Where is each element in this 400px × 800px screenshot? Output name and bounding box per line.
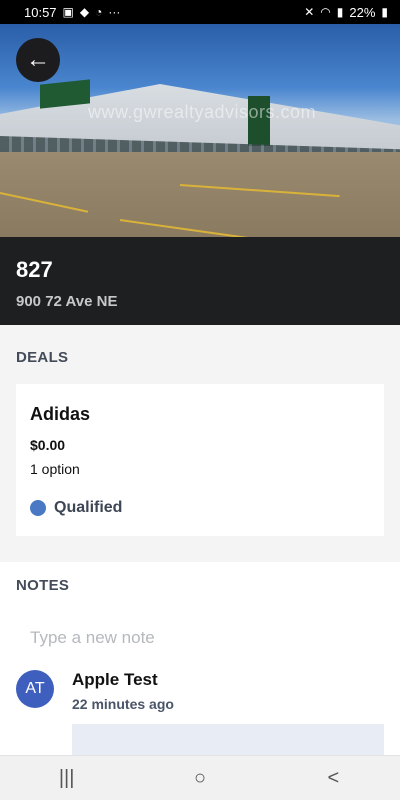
notes-title: NOTES	[16, 577, 70, 594]
more-icon: ···	[108, 5, 121, 19]
deal-status: Qualified	[30, 499, 370, 517]
deal-amount: $0.00	[30, 437, 66, 453]
deal-name: Adidas	[30, 404, 91, 424]
photo-watermark: www.gwrealtyadvisors.com	[88, 102, 317, 122]
home-button[interactable]: ○	[170, 767, 230, 790]
status-dot-icon	[30, 500, 46, 516]
property-title: 827	[16, 257, 53, 282]
property-photo: www.gwrealtyadvisors.com	[0, 24, 400, 237]
status-left: 10:57 ▣ ◆ ◔ ···	[24, 5, 120, 20]
mute-icon: ✕	[304, 5, 315, 19]
status-bar: 10:57 ▣ ◆ ◔ ··· ✕ ◠ ▮ 22% ▮	[0, 0, 400, 24]
deal-options: 1 option	[30, 461, 80, 477]
back-nav-button[interactable]: <	[303, 767, 363, 790]
note-body[interactable]	[72, 724, 384, 756]
system-nav-bar: ||| ○ <	[0, 755, 400, 800]
note-timestamp: 22 minutes ago	[72, 696, 174, 712]
signal-icon: ▮	[336, 5, 344, 19]
deal-status-label: Qualified	[54, 499, 123, 516]
avatar-initials: AT	[25, 680, 45, 697]
wifi-icon: ◠	[320, 5, 331, 19]
image-icon: ▣	[62, 5, 74, 19]
property-address: 900 72 Ave NE	[16, 293, 118, 310]
bag-icon: ◆	[79, 5, 90, 19]
note-author: Apple Test	[72, 670, 158, 689]
avatar: AT	[16, 670, 54, 708]
recents-button[interactable]: |||	[37, 767, 97, 790]
new-note-input[interactable]	[30, 625, 370, 651]
status-time: 10:57	[24, 4, 57, 20]
parking-lot	[0, 152, 400, 237]
property-header: 827 900 72 Ave NE	[0, 237, 400, 325]
battery-percent: 22%	[349, 4, 376, 20]
status-right: ✕ ◠ ▮ 22% ▮	[304, 5, 388, 20]
battery-icon: ▮	[381, 5, 388, 19]
deals-title: DEALS	[16, 349, 69, 366]
deal-card[interactable]: Adidas $0.00 1 option Qualified	[16, 384, 384, 536]
timer-icon: ◔	[95, 5, 103, 19]
back-button[interactable]: ←	[16, 38, 60, 82]
arrow-left-icon: ←	[26, 46, 50, 73]
